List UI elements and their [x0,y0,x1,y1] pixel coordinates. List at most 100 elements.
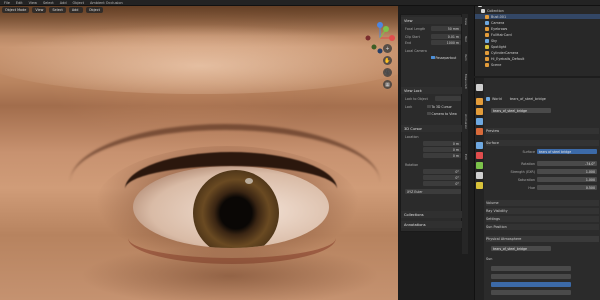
outliner-row[interactable]: FullHairCard [475,32,600,37]
outliner-row[interactable]: CylinderCamera [475,50,600,55]
mesh-icon [485,56,489,61]
mesh-icon [485,62,489,67]
scene-tab-icon[interactable] [476,118,483,125]
atmosphere-world-field[interactable]: tears_of_steel_bridge [491,246,551,251]
world-datablock-field[interactable]: tears_of_steel_bridge [491,108,551,113]
clip-end-field[interactable]: 1000 m [431,40,461,45]
menu-select[interactable]: Select [43,1,54,5]
outliner-row[interactable]: Scene [475,62,600,67]
section-volume[interactable]: Volume [486,200,599,206]
strength-field[interactable]: 1.000 [537,169,597,174]
grid-icon[interactable]: ▦ [383,80,392,89]
to-3d-cursor-checkbox[interactable]: To 3D Cursor [427,104,452,109]
outliner-row[interactable]: Eyebrows [475,26,600,31]
rotation-label: Rotation [521,162,535,166]
section-annotations[interactable]: Annotations [401,221,463,228]
3d-viewport[interactable]: Object Mode View Select Add Object + ✋ 🎥… [0,6,398,300]
tab-measureit[interactable]: MeasureIt [462,74,468,89]
add-menu[interactable]: Add [68,7,83,13]
outliner-row-selected[interactable]: Bust.001 [475,14,600,19]
navigation-gizmo[interactable] [362,20,398,60]
tab-edit[interactable]: Edit [462,154,468,160]
clip-start-label: Clip Start [405,34,420,39]
cursor-rx-field[interactable]: 0° [423,169,461,174]
render-tab-icon[interactable] [476,98,483,105]
tab-view[interactable]: View [462,18,468,25]
properties-editor: World tears_of_steel_bridge tears_of_stee… [474,78,600,300]
cursor-y-field[interactable]: 0 m [423,147,461,152]
section-collections[interactable]: Collections [401,211,463,218]
camera-icon[interactable]: 🎥 [383,68,392,77]
scene-icon [486,97,490,101]
tool-tab-icon[interactable] [476,84,483,91]
menu-ambient-occlusion[interactable]: Ambient Occlusion [90,1,123,5]
view-menu[interactable]: View [32,7,47,13]
mode-dropdown[interactable]: Object Mode [2,7,30,13]
sun-subpanel[interactable]: Sun [486,256,599,262]
world-tab-icon[interactable] [476,128,483,135]
data-tab-icon[interactable] [476,182,483,189]
section-3d-cursor[interactable]: 3D Cursor [401,125,463,132]
gizmo-axes-icon [365,22,395,54]
outliner-row[interactable]: Collection [475,8,600,13]
sun-param-field-active[interactable] [491,282,571,287]
mesh-icon [485,26,489,31]
section-preview[interactable]: Preview [486,128,599,134]
properties-tabs [475,78,484,300]
strength-label: Strength (EXR) [510,170,535,174]
select-menu[interactable]: Select [49,7,66,13]
cursor-ry-field[interactable]: 0° [423,175,461,180]
brow-highlight [0,24,398,94]
outliner-row[interactable]: Sky [475,38,600,43]
surface-shader-field[interactable]: tears of steel bridge [537,149,597,154]
cursor-x-field[interactable]: 0 m [423,141,461,146]
section-settings[interactable]: Settings [486,216,599,222]
hue-field[interactable]: 0.500 [537,185,597,190]
section-ray-visibility[interactable]: Ray Visibility [486,208,599,214]
lock-object-label: Lock to Object [405,96,428,101]
tab-item[interactable]: Item [462,54,468,61]
menu-edit[interactable]: Edit [16,1,23,5]
section-view[interactable]: View [401,17,463,24]
sun-param-field[interactable] [491,266,571,271]
sidebar-tabs: View Tool Item MeasureIt Animation Edit [462,14,468,254]
world-breadcrumb: World tears_of_steel_bridge [486,96,599,102]
section-surface[interactable]: Surface [486,140,599,146]
outliner-row[interactable]: Camera [475,20,600,25]
tab-animation[interactable]: Animation [462,114,468,129]
sun-param-field[interactable] [491,290,571,295]
camera-to-view-checkbox[interactable]: Camera to View [427,111,457,116]
mesh-icon [485,50,489,55]
saturation-field[interactable]: 1.000 [537,177,597,182]
outliner-row[interactable]: Hi_Eyeballs_Default [475,56,600,61]
sun-param-field[interactable] [491,274,571,279]
tab-tool[interactable]: Tool [462,36,468,42]
rotation-mode-dropdown[interactable]: XYZ Euler [405,189,461,194]
pan-icon[interactable]: ✋ [383,56,392,65]
object-tab-icon[interactable] [476,142,483,149]
object-menu[interactable]: Object [85,7,103,13]
menu-file[interactable]: File [4,1,10,5]
outliner-row[interactable]: Spotlight [475,44,600,49]
zoom-icon[interactable]: + [383,44,392,53]
rotation-field[interactable]: -74.0° [537,161,597,166]
constraint-tab-icon[interactable] [476,172,483,179]
output-tab-icon[interactable] [476,108,483,115]
modifier-tab-icon[interactable] [476,152,483,159]
focal-length-field[interactable]: 50 mm [431,26,461,31]
menu-view[interactable]: View [29,1,37,5]
section-view-lock[interactable]: View Lock [401,87,463,94]
menu-object[interactable]: Object [73,1,84,5]
world-icon [485,38,489,43]
menu-add[interactable]: Add [60,1,67,5]
section-sun-position[interactable]: Sun Position [486,224,599,230]
clip-end-label: End [405,40,412,45]
passepartout-checkbox[interactable]: Passepartout [431,55,456,60]
lock-label: Lock [405,104,413,109]
lock-object-field[interactable] [435,96,461,101]
cursor-rz-field[interactable]: 0° [423,181,461,186]
cursor-z-field[interactable]: 0 m [423,153,461,158]
physics-tab-icon[interactable] [476,162,483,169]
clip-start-field[interactable]: 0.01 m [431,34,461,39]
section-physical-atmosphere[interactable]: Physical Atmosphere [486,236,599,242]
